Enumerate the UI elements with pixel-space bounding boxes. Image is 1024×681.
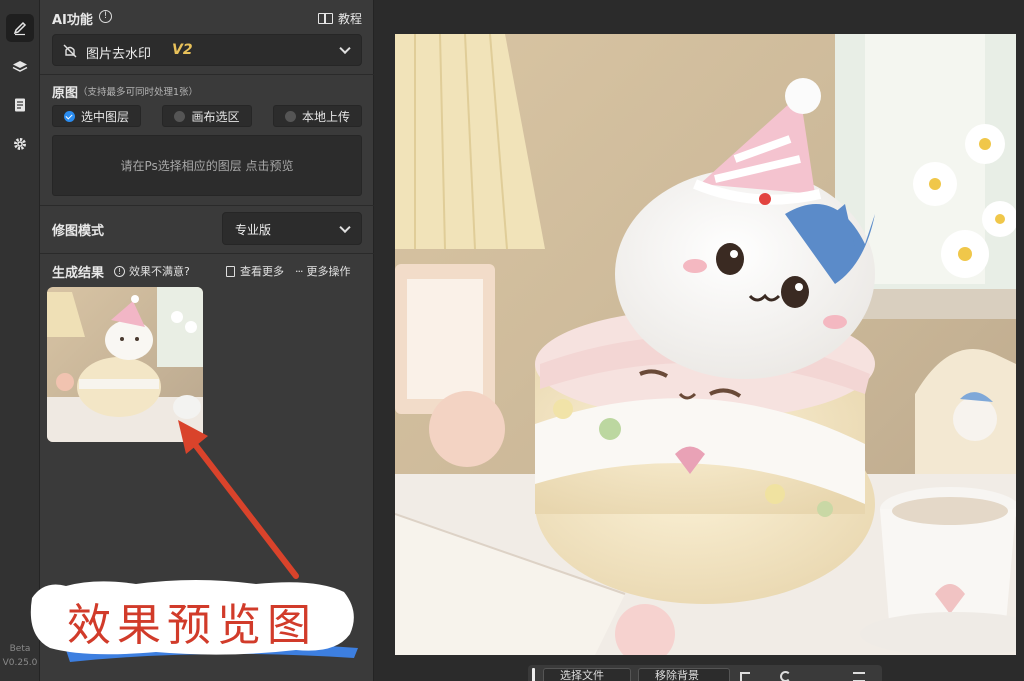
- layers-icon[interactable]: [6, 53, 34, 81]
- divider: [40, 74, 374, 75]
- radio-icon: [174, 110, 186, 122]
- view-more-button[interactable]: 查看更多: [226, 263, 284, 279]
- results-title: 生成结果: [52, 266, 105, 281]
- option-canvas-selection[interactable]: 画布选区: [162, 105, 252, 127]
- source-preview-area[interactable]: 请在Ps选择相应的图层 点击预览: [52, 135, 362, 196]
- divider: [40, 253, 374, 254]
- document-icon[interactable]: [6, 91, 34, 119]
- arrow-annotation-icon: [178, 420, 299, 579]
- source-title: 原图: [52, 86, 79, 101]
- ai-section-title: AI功能: [52, 13, 93, 28]
- feature-version-badge: V2: [172, 42, 193, 58]
- feature-select[interactable]: 图片去水印 V2: [52, 34, 362, 66]
- option-selected-layer[interactable]: 选中图层: [52, 105, 141, 127]
- annotation-banner: 效果预览图: [26, 578, 358, 664]
- option-local-upload[interactable]: 本地上传: [273, 105, 362, 127]
- source-hint: （支持最多可同时处理1张）: [78, 87, 199, 98]
- more-dots-icon: ···: [295, 264, 303, 278]
- select-file-button[interactable]: 选择文件: [543, 668, 631, 681]
- brush-icon[interactable]: [6, 14, 34, 42]
- chevron-down-icon: [339, 42, 351, 55]
- document-icon: [226, 265, 235, 277]
- unsatisfied-link[interactable]: ! 效果不满意?: [114, 263, 190, 279]
- mode-select[interactable]: 专业版: [222, 212, 362, 245]
- mode-label: 修图模式: [52, 224, 105, 239]
- tutorial-link[interactable]: 教程: [318, 10, 362, 27]
- feature-name: 图片去水印: [86, 47, 152, 62]
- bottom-toolbar: 选择文件 移除背景: [528, 665, 882, 681]
- no-watermark-icon: [63, 43, 77, 58]
- divider: [40, 205, 374, 206]
- document-image[interactable]: [395, 34, 1016, 655]
- remove-background-button[interactable]: 移除背景: [638, 668, 730, 681]
- canvas-area: 选择文件 移除背景: [375, 0, 1024, 681]
- book-icon: [318, 13, 333, 24]
- mode-value: 专业版: [235, 223, 272, 237]
- info-icon[interactable]: !: [99, 10, 112, 23]
- info-icon: !: [114, 265, 125, 277]
- gear-icon[interactable]: [6, 130, 34, 158]
- radio-icon: [284, 110, 296, 122]
- more-actions-button[interactable]: ··· 更多操作: [295, 263, 351, 279]
- crop-icon[interactable]: [740, 672, 750, 681]
- chevron-down-icon: [339, 221, 351, 233]
- toolbar-grip: [532, 668, 535, 681]
- radio-checked-icon: [63, 110, 75, 122]
- annotation-text: 效果预览图: [67, 600, 317, 651]
- rotate-icon[interactable]: [780, 671, 791, 681]
- settings-icon[interactable]: [853, 672, 865, 681]
